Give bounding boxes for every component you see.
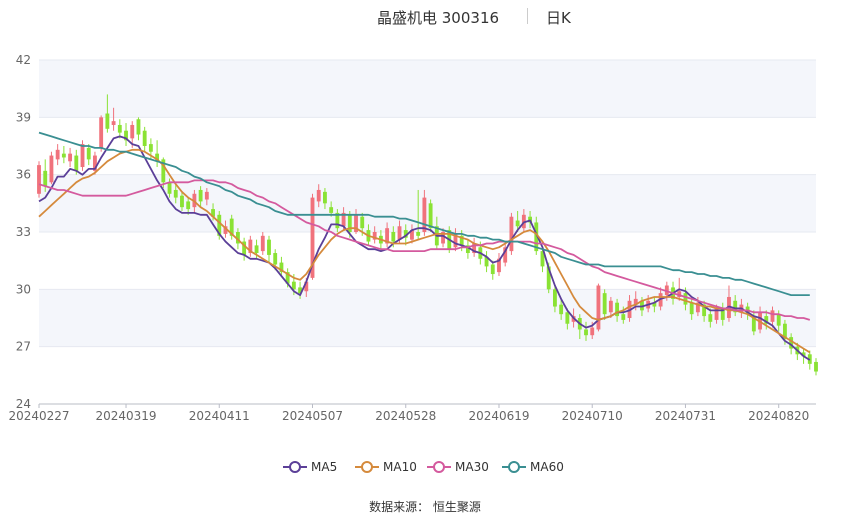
legend-marker-ma5 [283, 461, 307, 473]
candle-body [490, 264, 495, 275]
candle-body [509, 216, 514, 252]
x-tick-label: 20240710 [562, 409, 623, 423]
candle-body [74, 155, 79, 171]
y-tick-label: 27 [16, 340, 31, 354]
candle-body [590, 327, 595, 336]
x-tick-label: 20240528 [375, 409, 436, 423]
candlestick-chart: 2427303336394220240227 20240319 20240411 20… [8, 53, 818, 423]
candle-body [416, 232, 421, 236]
candle-body [770, 310, 775, 322]
x-tick-label: 20240619 [468, 409, 529, 423]
candle-body [198, 189, 203, 202]
legend-marker-ma10 [355, 461, 379, 473]
candle-body [273, 253, 278, 265]
candle-body [80, 144, 85, 168]
candle-body [422, 197, 427, 232]
legend-marker-ma60 [502, 461, 526, 473]
legend-item-ma30[interactable]: MA30 [427, 457, 489, 477]
candle-body [267, 239, 271, 255]
candle-body [142, 130, 147, 146]
candle-body [391, 232, 396, 242]
legend-label-ma5: MA5 [311, 460, 338, 474]
x-tick-label: 20240731 [655, 409, 716, 423]
legend: MA5 MA10 MA30 MA60 [0, 457, 850, 477]
candle-body [621, 314, 626, 320]
candle-body [136, 119, 141, 135]
candle-body [49, 155, 54, 183]
candle-body [254, 245, 259, 254]
candle-body [55, 149, 60, 160]
candle-body [814, 361, 818, 372]
candle-body [105, 113, 110, 129]
candle-body [61, 153, 66, 158]
candle-body [602, 293, 607, 315]
candle-body [397, 226, 402, 240]
candle-body [204, 191, 209, 200]
candle-body [148, 144, 153, 152]
candle-body [565, 312, 570, 324]
grid-band [39, 174, 816, 232]
candle-body [683, 293, 688, 305]
legend-label-ma10: MA10 [383, 460, 417, 474]
candle-body [260, 235, 265, 252]
legend-item-ma60[interactable]: MA60 [502, 457, 564, 477]
candle-body [596, 285, 601, 330]
candle-body [68, 153, 73, 162]
grid-band [39, 60, 816, 118]
candle-body [43, 170, 48, 187]
x-tick-label: 20240411 [189, 409, 250, 423]
x-tick-label: 20240319 [95, 409, 156, 423]
y-tick-label: 42 [16, 53, 31, 67]
candle-body [180, 195, 184, 208]
candle-body [323, 191, 327, 204]
candle-body [553, 289, 557, 307]
y-tick-label: 36 [16, 168, 31, 182]
candle-body [186, 201, 191, 210]
legend-label-ma60: MA60 [530, 460, 564, 474]
legend-marker-ma30 [427, 461, 451, 473]
candle-body [689, 302, 694, 315]
data-source: 数据来源： 恒生聚源 [369, 500, 481, 514]
candle-body [608, 300, 613, 313]
candle-body [559, 304, 564, 315]
candle-body [329, 207, 334, 213]
legend-label-ma30: MA30 [455, 460, 489, 474]
x-tick-label: 20240820 [748, 409, 809, 423]
y-tick-label: 33 [16, 225, 31, 239]
candle-body [316, 189, 321, 202]
candle-body [99, 117, 104, 148]
candle-body [515, 220, 520, 227]
candle-body [86, 147, 91, 160]
candle-body [584, 329, 588, 336]
candle-body [37, 165, 41, 194]
candle-body [428, 203, 433, 229]
candle-body [776, 314, 781, 326]
candle-body [111, 121, 116, 125]
legend-item-ma5[interactable]: MA5 [283, 457, 337, 477]
grid-band [39, 289, 816, 347]
candle-body [117, 124, 122, 133]
y-tick-label: 39 [16, 110, 31, 124]
x-tick-label: 20240507 [282, 409, 343, 423]
x-tick-label: 20240227 [8, 409, 69, 423]
candle-body [360, 216, 365, 229]
y-tick-label: 30 [16, 282, 31, 296]
candle-body [130, 124, 135, 139]
candle-body [173, 189, 178, 198]
candle-body [708, 314, 713, 322]
candle-body [167, 182, 172, 194]
legend-item-ma10[interactable]: MA10 [355, 457, 417, 477]
